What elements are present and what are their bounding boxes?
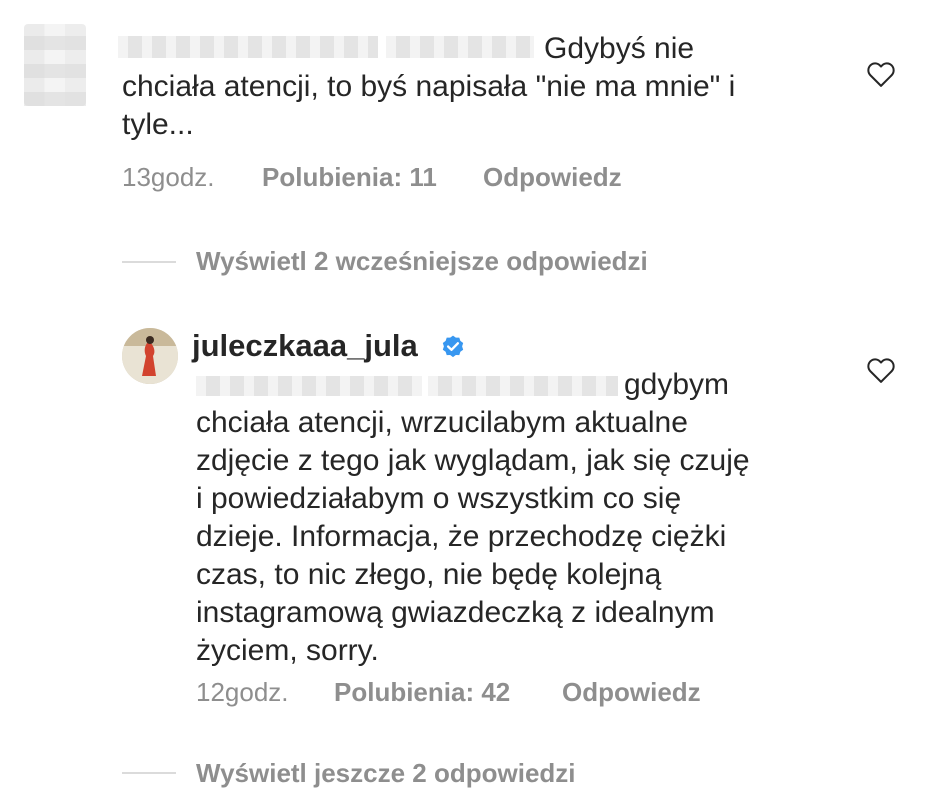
comment-text-line: czas, to nic złego, nie będę kolejną [196, 558, 662, 591]
view-replies-button[interactable]: Wyświetl 2 wcześniejsze odpowiedzi [196, 246, 648, 277]
comment-text-line: chciała atencji, wrzucilabym aktualne [196, 406, 688, 439]
comment-timestamp: 12godz. [196, 677, 289, 707]
comment-timestamp: 13godz. [122, 162, 215, 192]
replies-divider [122, 261, 176, 263]
comment-text-line: zdjęcie z tego jak wyglądam, jak się czu… [196, 444, 750, 477]
heart-outline-icon[interactable] [866, 60, 896, 88]
reply-button[interactable]: Odpowiedz [562, 677, 701, 708]
comment-text-line: gdybym [624, 368, 730, 401]
avatar-blurred[interactable] [24, 24, 86, 106]
username-redacted [118, 36, 378, 58]
comment-username[interactable]: juleczkaaa_jula [192, 328, 418, 364]
view-more-replies-button[interactable]: Wyświetl jeszcze 2 odpowiedzi [196, 758, 576, 789]
mention-redacted [196, 376, 422, 396]
avatar[interactable] [122, 328, 178, 384]
comment-text-line: chciała atencji, to byś napisała "nie ma… [122, 70, 736, 103]
likes-count-button[interactable]: Polubienia: 42 [334, 677, 510, 708]
mention-redacted-2 [428, 376, 618, 396]
verified-badge-icon [442, 335, 464, 358]
comment-text-line: dzieje. Informacja, że przechodzę ciężki [196, 520, 727, 553]
likes-count-button[interactable]: Polubienia: 11 [262, 162, 437, 193]
heart-outline-icon[interactable] [866, 356, 896, 384]
comment-text-line: i powiedziałabym o wszystkim co się [196, 482, 682, 515]
username-redacted-2 [386, 36, 534, 58]
comment-text-line: instagramową gwiazdeczką z idealnym [196, 596, 715, 629]
reply-button[interactable]: Odpowiedz [483, 162, 622, 193]
comment-text-line: życiem, sorry. [196, 634, 379, 667]
comment-text-line: Gdybyś nie [544, 32, 695, 65]
comment-text-line: tyle... [122, 108, 194, 141]
avatar-image [122, 328, 178, 384]
replies-divider [122, 772, 176, 774]
